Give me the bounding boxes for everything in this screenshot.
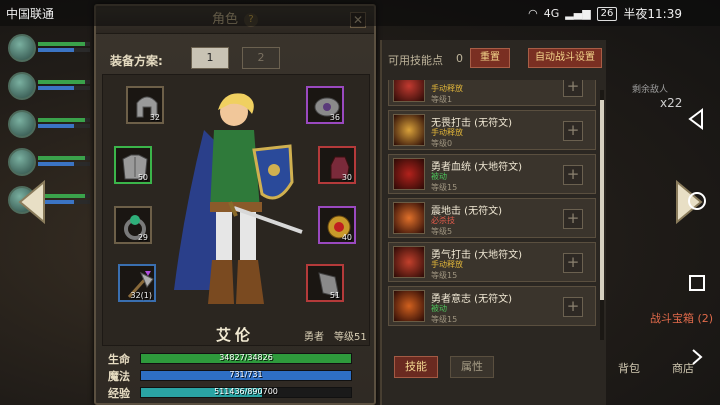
exp-label: 经验 <box>108 387 130 400</box>
character-panel: 角色? ✕ 装备方案: 1 2 32 36 50 30 29 40 32(1) … <box>94 4 376 405</box>
scheme-1-button[interactable]: 1 <box>191 47 229 69</box>
skill-type: 手动释放 <box>431 128 463 137</box>
skill-icon <box>393 290 425 322</box>
weapon-slot[interactable]: 32(1) <box>118 264 156 302</box>
bag-tab[interactable]: 背包 <box>618 360 640 376</box>
avatar <box>8 34 36 62</box>
avatar <box>8 148 36 176</box>
mp-value: 731/731 <box>229 370 263 379</box>
party-column <box>0 26 96 405</box>
shoulder-slot[interactable]: 36 <box>306 86 344 124</box>
skill-icon <box>393 114 425 146</box>
skill-level: 等级15 <box>431 183 458 192</box>
amulet-slot[interactable]: 40 <box>318 206 356 244</box>
skill-level: 等级15 <box>431 315 458 324</box>
exp-value: 511436/890700 <box>214 387 278 396</box>
slot-count: 50 <box>137 173 148 182</box>
skill-upgrade-button[interactable]: + <box>563 121 583 141</box>
slot-count: 30 <box>341 173 352 182</box>
slot-count: 29 <box>137 233 148 242</box>
skill-row[interactable]: 勇者血统 (大地符文) 被动 等级15 + <box>388 154 596 194</box>
skill-list: 手动释放 等级1 + 无畏打击 (无符文) 手动释放 等级0 + 勇者血统 (大… <box>388 80 596 342</box>
skill-level: 等级15 <box>431 271 458 280</box>
skill-row[interactable]: 勇气打击 (大地符文) 手动释放 等级15 + <box>388 242 596 282</box>
skill-icon <box>393 202 425 234</box>
mp-label: 魔法 <box>108 370 130 383</box>
hero-class: 勇者 <box>304 332 324 343</box>
skill-panel: 可用技能点 0 重置 自动战斗设置 手动释放 等级1 + 无畏打击 (无符文) … <box>380 40 606 405</box>
equipment-scheme-label: 装备方案: <box>110 54 163 68</box>
skill-type: 手动释放 <box>431 260 463 269</box>
skill-type: 被动 <box>431 172 447 181</box>
home-nav-icon[interactable] <box>682 186 712 216</box>
hero-name: 艾伦 <box>216 326 255 344</box>
skill-level: 等级1 <box>431 95 453 104</box>
back-nav-icon[interactable] <box>682 104 712 134</box>
tab-skills[interactable]: 技能 <box>394 356 438 378</box>
avatar <box>8 72 36 100</box>
enemies-left-count: x22 <box>660 96 683 110</box>
hp-bar: 34827/34826 <box>140 353 352 364</box>
auto-battle-settings-button[interactable]: 自动战斗设置 <box>528 48 602 68</box>
party-member[interactable] <box>8 34 90 72</box>
battle-chest-label[interactable]: 战斗宝箱 (2) <box>650 310 713 326</box>
more-nav-icon[interactable] <box>682 342 712 372</box>
slot-count: 32 <box>149 113 160 122</box>
battery-level: 26 <box>596 6 618 21</box>
clock: 半夜11:39 <box>623 7 682 21</box>
skill-upgrade-button[interactable]: + <box>563 297 583 317</box>
skill-icon <box>393 158 425 190</box>
wifi-icon: ◠ <box>528 7 538 20</box>
skill-level: 等级0 <box>431 139 453 148</box>
exp-bar: 511436/890700 <box>140 387 352 398</box>
reset-button[interactable]: 重置 <box>470 48 510 68</box>
skill-level: 等级5 <box>431 227 453 236</box>
helmet-slot[interactable]: 32 <box>126 86 164 124</box>
hp-value: 34827/34826 <box>219 353 273 362</box>
mp-bar: 731/731 <box>140 370 352 381</box>
tab-attributes[interactable]: 属性 <box>450 356 494 378</box>
hero-level: 等级51 <box>334 332 367 343</box>
carrier-name: 中国联通 <box>6 7 55 21</box>
party-member[interactable] <box>8 72 90 110</box>
network-type: 4G <box>543 7 560 20</box>
skill-row[interactable]: 无畏打击 (无符文) 手动释放 等级0 + <box>388 110 596 150</box>
hero-portrait <box>174 93 303 304</box>
recents-nav-icon[interactable] <box>682 268 712 298</box>
signal-icon: ▂▄▆ <box>565 7 591 20</box>
skill-type: 手动释放 <box>431 84 463 93</box>
skill-upgrade-button[interactable]: + <box>563 209 583 229</box>
skill-icon <box>393 80 425 102</box>
skill-row[interactable]: 手动释放 等级1 + <box>388 80 596 106</box>
slot-count: 40 <box>341 233 352 242</box>
skill-icon <box>393 246 425 278</box>
slot-count: 32(1) <box>130 291 152 300</box>
skill-type: 被动 <box>431 304 447 313</box>
scheme-2-button[interactable]: 2 <box>242 47 280 69</box>
avatar <box>8 110 36 138</box>
offhand-slot[interactable]: 51 <box>306 264 344 302</box>
enemies-left-label: 剩余敌人 <box>632 85 669 95</box>
skill-upgrade-button[interactable]: + <box>563 253 583 273</box>
status-bar: 中国联通 ◠ 4G ▂▄▆ 26 半夜11:39 <box>0 0 720 26</box>
skill-points-label: 可用技能点 <box>388 54 443 67</box>
prev-character-arrow-icon[interactable] <box>18 180 46 224</box>
chest-slot[interactable]: 50 <box>114 146 152 184</box>
skill-list-scrollbar[interactable] <box>600 90 604 340</box>
skill-row[interactable]: 勇者意志 (无符文) 被动 等级15 + <box>388 286 596 326</box>
skill-type: 必杀技 <box>431 216 455 225</box>
slot-count: 36 <box>329 113 340 122</box>
party-member[interactable] <box>8 110 90 148</box>
skill-upgrade-button[interactable]: + <box>563 165 583 185</box>
skill-points-value: 0 <box>456 52 463 65</box>
hp-label: 生命 <box>108 353 130 366</box>
ring-slot[interactable]: 29 <box>114 206 152 244</box>
slot-count: 51 <box>329 291 340 300</box>
glove-slot[interactable]: 30 <box>318 146 356 184</box>
skill-upgrade-button[interactable]: + <box>563 80 583 97</box>
skill-row[interactable]: 震地击 (无符文) 必杀技 等级5 + <box>388 198 596 238</box>
